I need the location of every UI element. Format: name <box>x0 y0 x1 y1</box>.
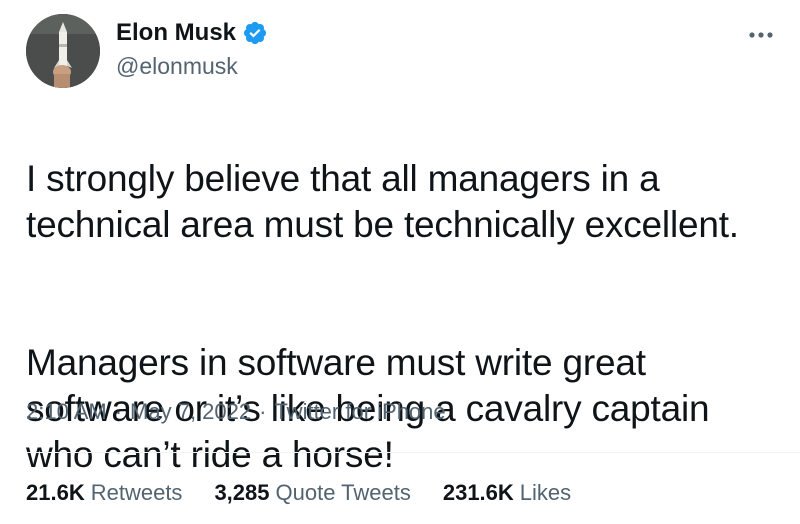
more-horizontal-icon <box>749 32 773 38</box>
tweet-source[interactable]: Twitter for iPhone <box>274 397 445 427</box>
tweet-stats: 21.6K Retweets 3,285 Quote Tweets 231.6K… <box>26 478 603 508</box>
tweet-card: Elon Musk @elonmusk I strongly believe t… <box>0 0 800 523</box>
tweet-paragraph: I strongly believe that all managers in … <box>26 158 739 245</box>
verified-badge-icon <box>242 20 268 46</box>
quote-tweets-stat[interactable]: 3,285 Quote Tweets <box>214 478 410 508</box>
avatar-image <box>26 14 100 88</box>
quote-tweets-count: 3,285 <box>214 480 270 505</box>
more-button[interactable] <box>744 20 778 50</box>
meta-separator: · <box>114 399 123 424</box>
author-handle[interactable]: @elonmusk <box>116 52 238 80</box>
author-name-row: Elon Musk <box>116 18 268 48</box>
divider <box>26 452 800 453</box>
tweet-meta: 2:10 AM · May 7, 2022 · Twitter for iPho… <box>26 397 446 427</box>
tweet-text: I strongly believe that all managers in … <box>26 110 766 524</box>
likes-count: 231.6K <box>442 480 514 505</box>
meta-separator: · <box>259 399 267 424</box>
likes-label: Likes <box>519 480 572 505</box>
retweets-label: Retweets <box>90 480 183 505</box>
retweets-count: 21.6K <box>26 480 85 505</box>
author-name[interactable]: Elon Musk <box>116 18 236 48</box>
avatar[interactable] <box>26 14 100 88</box>
tweet-date[interactable]: May 7, 2022 <box>130 397 251 427</box>
quote-tweets-label: Quote Tweets <box>275 480 411 505</box>
retweets-stat[interactable]: 21.6K Retweets <box>26 478 182 508</box>
tweet-time[interactable]: 2:10 AM <box>26 397 107 427</box>
likes-stat[interactable]: 231.6K Likes <box>443 478 571 508</box>
